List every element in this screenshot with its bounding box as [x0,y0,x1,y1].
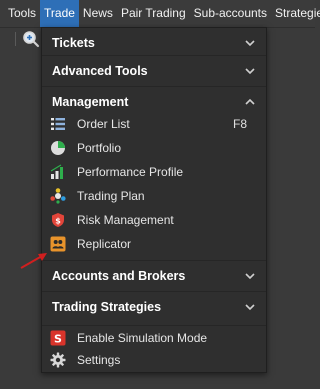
menu-item-replicator[interactable]: Replicator [42,232,266,256]
chevron-up-icon [245,98,255,105]
replicator-label: Replicator [77,237,132,251]
enable-simulation-mode-label: Enable Simulation Mode [77,330,208,345]
menu-item-performance-profile[interactable]: Performance Profile [42,160,266,184]
menu-item-portfolio[interactable]: Portfolio [42,136,266,160]
section-tickets-label: Tickets [52,36,95,50]
risk-management-label: Risk Management [77,213,174,227]
order-list-icon [51,118,65,130]
chevron-down-icon [245,67,255,74]
trade-dropdown-menu: Tickets Advanced Tools Management Order … [41,27,267,373]
menu-item-settings[interactable]: Settings [42,348,266,372]
menu-sub-accounts[interactable]: Sub-accounts [190,0,271,27]
section-accounts-and-brokers-label: Accounts and Brokers [52,268,186,283]
chevron-down-icon [245,40,255,47]
chevron-down-icon [245,272,255,279]
zoom-in-icon[interactable] [21,29,41,49]
section-trading-strategies-label: Trading Strategies [52,299,162,314]
menu-news[interactable]: News [79,0,117,27]
settings-label: Settings [77,353,121,367]
performance-profile-label: Performance Profile [77,165,184,179]
menu-item-order-list[interactable]: Order List F8 [42,112,266,136]
order-list-shortcut: F8 [232,117,247,131]
settings-icon [50,352,66,368]
menu-strategies[interactable]: Strategies [271,0,320,27]
order-list-label: Order List [77,117,130,131]
section-management-label: Management [52,94,129,109]
portfolio-label: Portfolio [77,141,122,155]
menu-item-risk-management[interactable]: $ Risk Management [42,208,266,232]
trading-plan-icon [50,188,66,204]
trading-plan-label: Trading Plan [77,189,145,203]
simulation-icon: S [50,330,66,345]
toolbar-separator [15,32,16,46]
svg-text:$: $ [55,217,61,226]
svg-text:S: S [54,332,62,345]
section-advanced-tools-label: Advanced Tools [52,63,148,78]
section-accounts-and-brokers[interactable]: Accounts and Brokers [42,260,266,290]
chevron-down-icon [245,303,255,310]
annotation-arrow [20,253,47,269]
section-advanced-tools[interactable]: Advanced Tools [42,55,266,85]
portfolio-icon [51,141,65,155]
section-tickets[interactable]: Tickets [42,28,266,58]
menu-tools[interactable]: Tools [0,0,40,27]
section-trading-strategies[interactable]: Trading Strategies [42,291,266,321]
performance-icon [50,164,63,179]
menu-trade[interactable]: Trade [40,0,79,27]
replicator-icon [50,236,66,252]
menu-item-trading-plan[interactable]: Trading Plan [42,184,266,208]
menu-bar: Tools Trade News Pair Trading Sub-accoun… [0,0,320,28]
menu-pair-trading[interactable]: Pair Trading [117,0,190,27]
risk-icon: $ [52,213,64,227]
menu-item-enable-simulation-mode[interactable]: S Enable Simulation Mode [42,325,266,349]
